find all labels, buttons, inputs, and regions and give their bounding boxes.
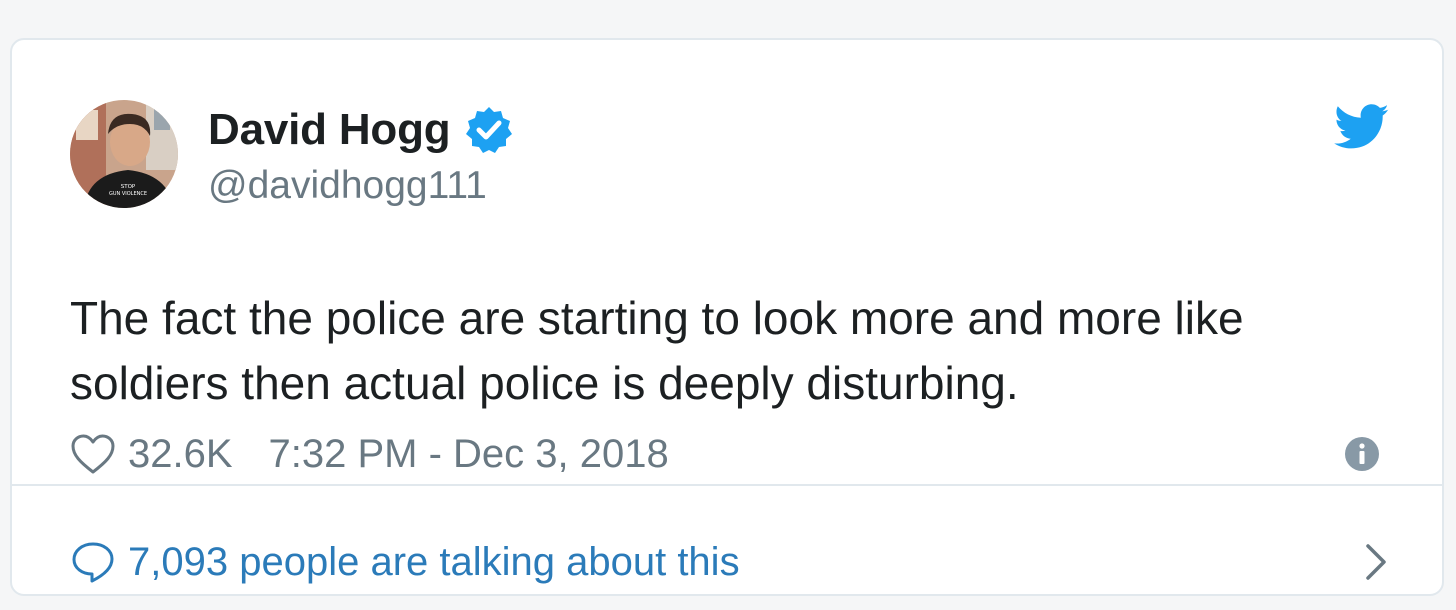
chevron-right-icon[interactable] <box>1360 540 1390 584</box>
avatar-photo: STOP GUN VIOLENCE <box>70 100 178 208</box>
timestamp[interactable]: 7:32 PM - Dec 3, 2018 <box>269 432 669 477</box>
talking-count-text[interactable]: 7,093 people are talking about this <box>128 540 740 585</box>
info-icon[interactable] <box>1344 436 1380 472</box>
conversation-link[interactable]: 7,093 people are talking about this <box>70 534 1390 590</box>
like-count[interactable]: 32.6K <box>128 432 233 477</box>
verified-badge-icon <box>464 105 514 155</box>
svg-text:GUN VIOLENCE: GUN VIOLENCE <box>109 191 147 197</box>
tweet-meta: 32.6K 7:32 PM - Dec 3, 2018 <box>70 424 1380 484</box>
svg-text:STOP: STOP <box>121 184 136 190</box>
tweet-card[interactable]: STOP GUN VIOLENCE David Hogg @davidhogg1… <box>10 38 1444 596</box>
tweet-text: The fact the police are starting to look… <box>70 286 1390 416</box>
handle[interactable]: @davidhogg111 <box>208 164 514 208</box>
speech-bubble-icon <box>70 540 116 584</box>
divider <box>12 484 1442 486</box>
author-info: David Hogg @davidhogg111 <box>208 104 514 208</box>
avatar[interactable]: STOP GUN VIOLENCE <box>70 100 178 208</box>
tweet-text-line: The fact the police are starting to look… <box>70 292 1244 344</box>
tweet-header: STOP GUN VIOLENCE David Hogg @davidhogg1… <box>70 100 1390 210</box>
name-row: David Hogg <box>208 104 514 156</box>
display-name[interactable]: David Hogg <box>208 105 451 155</box>
tweet-text-line: soldiers then actual police is deeply di… <box>70 357 1019 409</box>
heart-icon[interactable] <box>70 433 116 475</box>
twitter-bird-icon[interactable] <box>1334 104 1390 150</box>
